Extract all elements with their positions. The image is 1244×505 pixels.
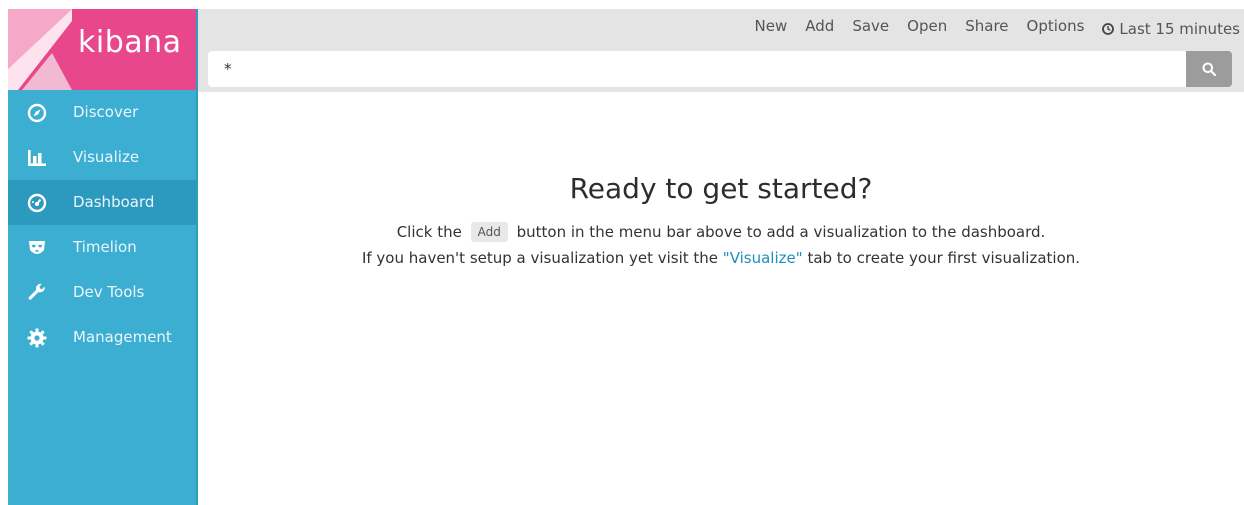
- sidebar-item-label: Dashboard: [73, 193, 155, 211]
- sidebar-item-discover[interactable]: Discover: [8, 90, 196, 135]
- top-menu: New Add Save Open Share Options Last 15 …: [737, 17, 1240, 41]
- bar-chart-icon: [28, 150, 46, 166]
- hint-text: tab to create your first visualization.: [807, 249, 1081, 267]
- save-button[interactable]: Save: [852, 17, 889, 41]
- search-icon: [1202, 62, 1216, 76]
- hint-text: If you haven't setup a visualization yet…: [361, 249, 719, 267]
- inline-add-button[interactable]: Add: [470, 222, 508, 242]
- sidebar-item-label: Management: [73, 328, 172, 346]
- kibana-logo[interactable]: kibana: [8, 9, 196, 90]
- sidebar-item-visualize[interactable]: Visualize: [8, 135, 196, 180]
- gear-icon: [27, 328, 47, 348]
- left-margin: [0, 0, 8, 505]
- instruction-text: Click the: [396, 223, 462, 241]
- sidebar-nav: Discover Visualize Dashboard Timelion De…: [8, 90, 196, 360]
- compass-icon: [27, 103, 47, 123]
- empty-state-instruction: Click the Add button in the menu bar abo…: [198, 222, 1244, 242]
- sidebar-item-label: Dev Tools: [73, 283, 145, 301]
- search-button[interactable]: [1186, 51, 1232, 87]
- dashboard-gauge-icon: [27, 193, 47, 213]
- empty-state-title: Ready to get started?: [569, 172, 873, 205]
- instruction-text: button in the menu bar above to add a vi…: [516, 223, 1046, 241]
- wrench-icon: [28, 283, 45, 300]
- search-input[interactable]: [208, 51, 1186, 87]
- clock-icon: [1102, 23, 1115, 35]
- time-range-label: Last 15 minutes: [1119, 20, 1240, 38]
- top-margin: [0, 0, 1244, 9]
- options-button[interactable]: Options: [1027, 17, 1085, 41]
- share-button[interactable]: Share: [965, 17, 1008, 41]
- visualize-link[interactable]: "Visualize": [723, 249, 803, 267]
- new-button[interactable]: New: [755, 17, 788, 41]
- sidebar-item-label: Discover: [73, 103, 139, 121]
- dashboard-empty-state: Ready to get started? Click the Add butt…: [198, 92, 1244, 505]
- sidebar: kibana Discover Visualize Dashboard Time…: [8, 9, 196, 505]
- add-button[interactable]: Add: [805, 17, 834, 41]
- sidebar-item-dev-tools[interactable]: Dev Tools: [8, 270, 196, 315]
- empty-state-hint: If you haven't setup a visualization yet…: [198, 249, 1244, 267]
- top-nav-bar: New Add Save Open Share Options Last 15 …: [198, 9, 1244, 92]
- sidebar-item-label: Timelion: [73, 238, 137, 256]
- time-picker-button[interactable]: Last 15 minutes: [1102, 17, 1240, 41]
- sidebar-item-dashboard[interactable]: Dashboard: [8, 180, 196, 225]
- sidebar-item-timelion[interactable]: Timelion: [8, 225, 196, 270]
- sidebar-item-management[interactable]: Management: [8, 315, 196, 360]
- sidebar-item-label: Visualize: [73, 148, 140, 166]
- app-name: kibana: [78, 25, 182, 60]
- timelion-mask-icon: [29, 241, 45, 254]
- open-button[interactable]: Open: [907, 17, 947, 41]
